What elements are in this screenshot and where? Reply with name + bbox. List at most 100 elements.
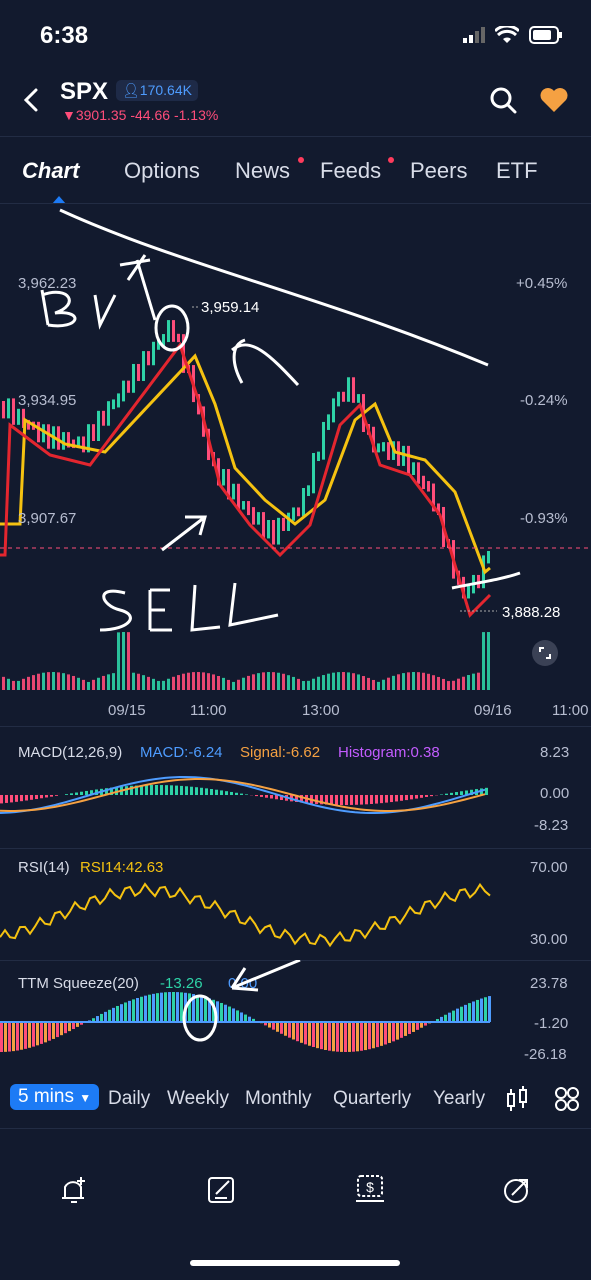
ttm-chart[interactable] [0,960,500,1070]
tab-chart[interactable]: Chart [22,158,79,184]
ttm-bar [284,1022,287,1036]
note-edit-icon[interactable] [205,1173,239,1207]
timeframe-daily[interactable]: Daily [108,1088,150,1110]
macd-bar [165,785,168,795]
macd-bar [215,789,218,795]
fullscreen-button[interactable] [532,640,558,666]
macd-bar [30,795,33,800]
macd-bar [145,785,148,795]
volume-bar [337,672,340,690]
followers-badge[interactable]: 👤︎170.64K [116,80,198,101]
ttm-bar [176,992,179,1022]
volume-bar [397,674,400,690]
ttm-bar [4,1022,7,1052]
ttm-bar [124,1002,127,1022]
macd-name: MACD(12,26,9) [18,744,123,761]
macd-chart[interactable] [0,770,500,830]
grid-layout-icon[interactable] [554,1086,580,1112]
ttm-bar [64,1022,67,1034]
volume-bar [332,672,335,690]
volume-bar [227,679,230,690]
macd-bar [410,795,413,800]
candle [222,469,225,486]
volume-bar [22,678,25,690]
ttm-bar [224,1004,227,1022]
ttm-bar [148,994,151,1022]
volume-bar [282,673,285,690]
macd-bar [425,795,428,797]
candle [12,398,15,425]
volume-bar [167,678,170,690]
favorite-heart-icon[interactable] [539,86,569,114]
ttm-bar [156,993,159,1022]
candle [467,585,470,599]
ttm-y1: 23.78 [530,975,568,992]
rsi-y2: 30.00 [530,931,568,948]
volume-bar [237,679,240,690]
ttm-bar [484,997,487,1022]
volume-bar [307,680,310,690]
timeframe-quarterly[interactable]: Quarterly [333,1088,411,1110]
candle [382,442,385,452]
tab-news[interactable]: News [235,158,290,184]
volume-bar [152,678,155,690]
volume-bar [322,675,325,690]
ttm-bar [344,1022,347,1052]
down-triangle-icon: ▼ [62,107,76,123]
macd-bar [445,793,448,795]
ttm-bar [328,1022,331,1051]
rsi-y1: 70.00 [530,859,568,876]
trade-dollar-icon[interactable]: $ [353,1173,387,1207]
ttm-bar [356,1022,359,1052]
macd-histogram: Histogram:0.38 [338,744,440,761]
tab-options[interactable]: Options [124,158,200,184]
alert-bell-icon[interactable] [57,1173,91,1207]
share-icon[interactable] [500,1173,534,1207]
candle [232,483,235,500]
search-icon[interactable] [489,86,517,114]
ttm-bar [368,1022,371,1050]
volume-bars [2,632,490,690]
tab-feeds[interactable]: Feeds [320,158,381,184]
ttm-bar [464,1004,467,1022]
candle [487,550,490,564]
ttm-bar [104,1011,107,1022]
ttm-bar [408,1022,411,1034]
ttm-bar [456,1008,459,1022]
price-chart[interactable] [0,205,591,725]
x-label-5: 11:00 [552,702,589,719]
back-chevron-icon[interactable] [18,86,46,114]
volume-bar [132,672,135,690]
ttm-bar [292,1022,295,1040]
ttm-bar [324,1022,327,1051]
ttm-y3: -26.18 [524,1046,567,1063]
macd-y2: 0.00 [540,785,570,802]
ttm-bar [136,998,139,1022]
tab-peers[interactable]: Peers [410,158,467,184]
rsi-chart[interactable] [0,860,500,950]
candle [342,391,345,402]
candle [267,520,270,539]
ttm-bar [228,1006,231,1022]
indicators-icon[interactable] [505,1086,531,1112]
candle [282,517,285,531]
volume-bar [42,672,45,690]
volume-bar [417,672,420,690]
ttm-bar [372,1022,375,1049]
cellular-signal-icon [463,27,485,43]
macd-bar [190,786,193,795]
ttm-bar [376,1022,379,1048]
ttm-bar [336,1022,339,1052]
ttm-bar [444,1014,447,1022]
tab-etf[interactable]: ETF [496,158,538,184]
macd-bar [395,795,398,802]
candle [422,475,425,490]
timeframe-monthly[interactable]: Monthly [245,1088,312,1110]
volume-bar [267,672,270,690]
timeframe-weekly[interactable]: Weekly [167,1088,229,1110]
ttm-bar [340,1022,343,1052]
macd-bar [200,787,203,795]
timeframe-5min-button[interactable]: 5 mins ▼ [10,1084,100,1110]
candle [262,512,265,539]
timeframe-yearly[interactable]: Yearly [433,1088,485,1110]
